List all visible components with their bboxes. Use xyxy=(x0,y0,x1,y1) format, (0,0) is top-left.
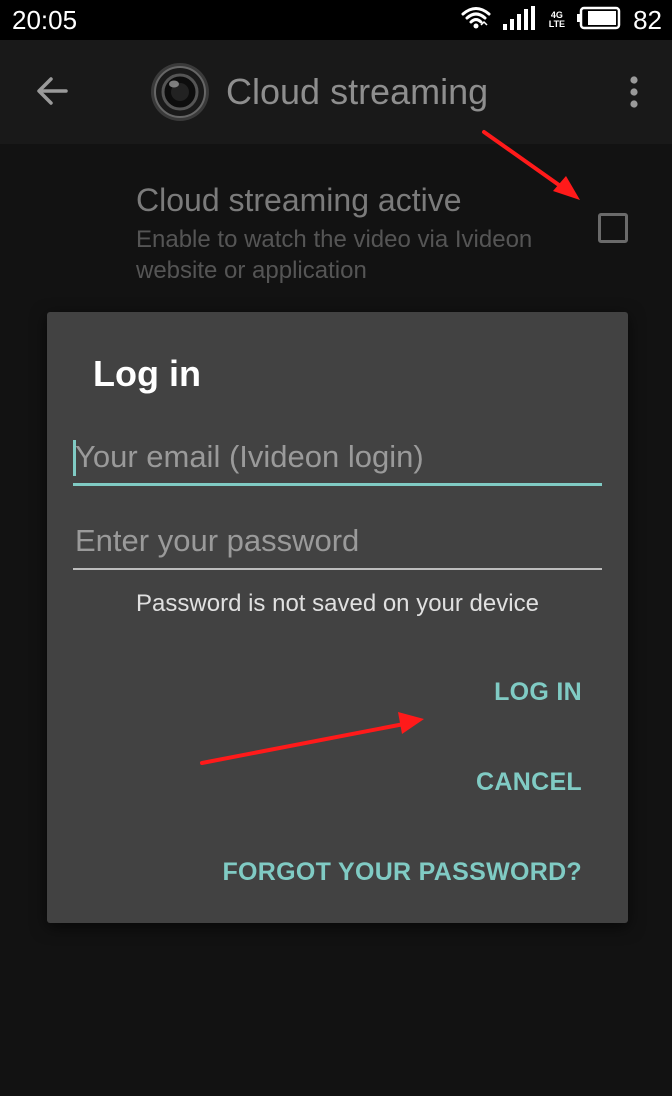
login-dialog: Log in Password is not saved on your dev… xyxy=(47,312,628,923)
cloud-streaming-checkbox[interactable] xyxy=(598,213,628,243)
password-input[interactable] xyxy=(73,514,602,570)
back-button[interactable] xyxy=(28,68,76,116)
wifi-icon xyxy=(461,5,491,36)
login-button[interactable]: LOG IN xyxy=(494,676,582,708)
battery-icon xyxy=(577,6,621,35)
app-bar: Cloud streaming xyxy=(0,40,672,144)
overflow-menu-button[interactable] xyxy=(614,70,654,118)
app-title: Cloud streaming xyxy=(226,71,489,112)
forgot-password-button[interactable]: FORGOT YOUR PASSWORD? xyxy=(222,856,582,888)
setting-summary: Enable to watch the video via Ivideon we… xyxy=(136,226,533,284)
battery-level: 82 xyxy=(633,5,662,35)
network-type-badge: 4G LTE xyxy=(549,11,565,29)
camera-lens-icon xyxy=(150,62,210,122)
status-time: 20:05 xyxy=(12,5,78,35)
dialog-title: Log in xyxy=(93,353,201,394)
network-type-bottom: LTE xyxy=(548,19,566,29)
text-cursor xyxy=(73,440,76,476)
setting-title: Cloud streaming active xyxy=(136,182,462,218)
status-bar: 20:05 4G LTE 82 xyxy=(0,0,672,40)
email-input[interactable] xyxy=(73,430,602,486)
status-icons: 4G LTE 82 xyxy=(461,4,662,36)
password-note: Password is not saved on your device xyxy=(136,590,539,617)
cancel-button[interactable]: CANCEL xyxy=(476,766,582,798)
signal-icon xyxy=(502,5,537,35)
arrow-left-icon xyxy=(37,77,68,105)
cloud-streaming-setting[interactable]: Cloud streaming active Enable to watch t… xyxy=(0,144,672,304)
more-vert-icon xyxy=(630,76,638,108)
